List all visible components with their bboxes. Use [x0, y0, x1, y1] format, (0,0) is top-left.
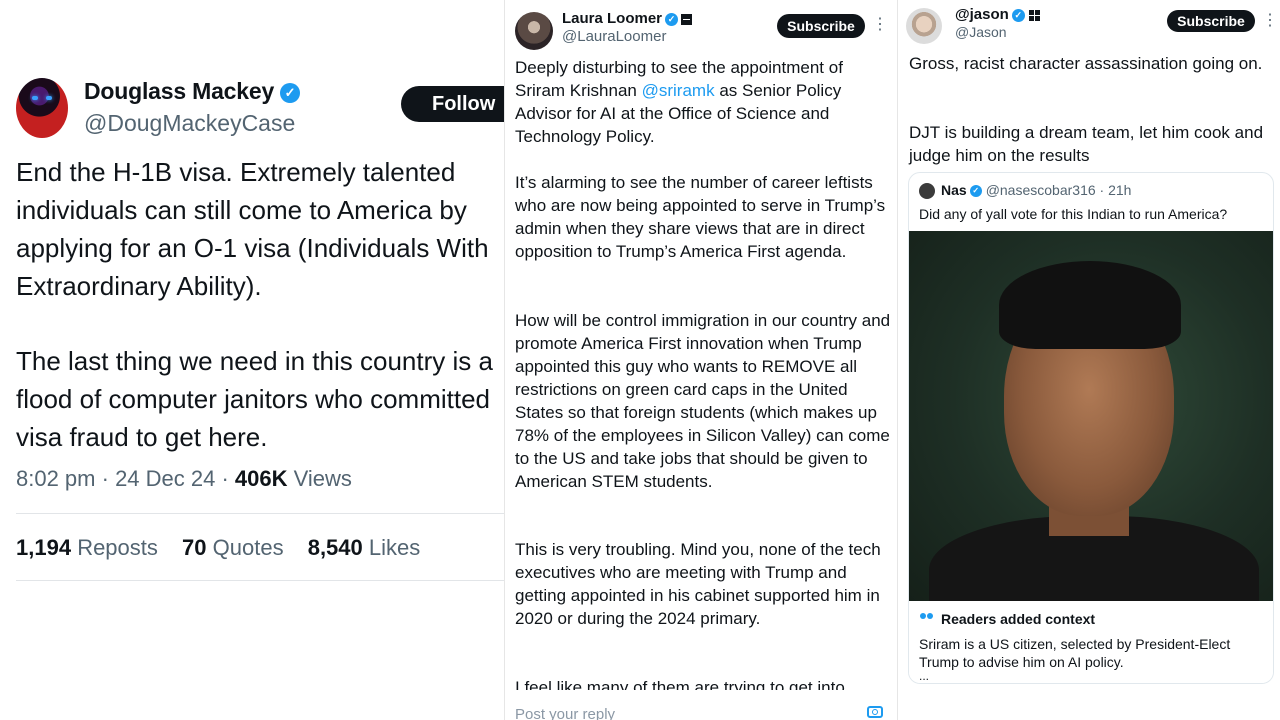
engagement-stats: 1,194 Reposts 70 Quotes 8,540 Likes	[16, 535, 420, 561]
views-count: 406K	[234, 466, 288, 491]
author-name[interactable]: @jason ✓	[955, 6, 1040, 23]
grid-badge-icon	[1028, 9, 1040, 21]
tweet-text-paragraph-4: This is very troubling. Mind you, none o…	[515, 540, 881, 628]
community-note-text: Sriram is a US citizen, selected by Pres…	[919, 636, 1231, 670]
photo-hair	[999, 261, 1181, 349]
more-dots-icon[interactable]: ⋮	[1262, 10, 1278, 30]
community-note: Readers added context Sriram is a US cit…	[909, 601, 1273, 683]
camera-icon[interactable]	[867, 706, 883, 718]
community-note-title: Readers added context	[941, 611, 1096, 627]
quotes-count: 70	[182, 535, 207, 560]
verified-badge-icon: ✓	[969, 185, 982, 198]
author-handle[interactable]: @LauraLoomer	[562, 28, 666, 45]
tweet-text-paragraph-2: It’s alarming to see the number of caree…	[515, 173, 886, 261]
reposts-label: Reposts	[77, 535, 158, 560]
tweet-panel-laura-loomer: Laura Loomer ✓ @LauraLoomer Subscribe ⋮ D…	[505, 0, 898, 720]
verified-badge-icon: ✓	[280, 82, 301, 103]
tweet-text-paragraph-5: I feel like many of them are trying to g…	[515, 678, 845, 690]
quote-author: Nas ✓ @nasescobar316 · 21h	[941, 182, 1131, 198]
verified-badge-icon: ✓	[665, 12, 679, 26]
author-name-text[interactable]: Douglass Mackey	[84, 78, 274, 104]
reposts-count: 1,194	[16, 535, 72, 560]
avatar[interactable]	[16, 78, 68, 138]
follow-button[interactable]: Follow	[401, 86, 505, 122]
tweet-text-paragraph-2: The last thing we need in this country i…	[16, 346, 493, 452]
tweet-text-paragraph-1: End the H-1B visa. Extremely talented in…	[16, 157, 489, 301]
quote-author-handle: @nasescobar316 · 21h	[985, 182, 1132, 198]
likes-stat[interactable]: 8,540 Likes	[308, 535, 421, 560]
affiliate-badge-icon	[681, 13, 693, 25]
people-icon	[920, 613, 934, 623]
quoted-tweet[interactable]: Nas ✓ @nasescobar316 · 21h Did any of yall…	[908, 172, 1274, 684]
avatar[interactable]	[906, 8, 942, 44]
likes-count: 8,540	[307, 535, 363, 560]
tweet-panel-douglass-mackey: Douglass Mackey ✓ @DougMackeyCase Follow …	[0, 0, 505, 720]
tweet-date[interactable]: 24 Dec 24	[115, 466, 215, 491]
quote-handle-text: @nasescobar316	[985, 182, 1096, 198]
reply-input[interactable]: Post your reply	[515, 706, 615, 720]
verified-badge-icon: ✓	[1011, 8, 1025, 22]
tweet-text-paragraph-2: DJT is building a dream team, let him co…	[909, 123, 1264, 165]
divider	[16, 580, 505, 581]
tweet-text-paragraph-3: How will be control immigration in our c…	[515, 311, 891, 491]
quote-text: Did any of yall vote for this Indian to …	[919, 206, 1228, 222]
tweet-meta: 8:02 pm · 24 Dec 24 · 406K Views	[16, 466, 352, 491]
divider	[16, 513, 505, 514]
quote-avatar	[919, 183, 935, 199]
views-label: Views	[293, 466, 352, 491]
author-name[interactable]: Laura Loomer ✓	[562, 10, 693, 27]
author-handle[interactable]: @Jason	[955, 24, 1007, 40]
quote-photo[interactable]	[909, 231, 1273, 601]
author-handle[interactable]: @DougMackeyCase	[84, 110, 295, 137]
author-name-text[interactable]: @jason	[955, 6, 1009, 23]
quotes-stat[interactable]: 70 Quotes	[182, 535, 284, 560]
more-dots-icon[interactable]: ⋮	[872, 14, 888, 34]
reposts-stat[interactable]: 1,194 Reposts	[16, 535, 158, 560]
avatar[interactable]	[515, 12, 553, 50]
tweet-time[interactable]: 8:02 pm	[16, 466, 96, 491]
tweet-panel-jason: @jason ✓ @Jason Subscribe ⋮ Gross, racist…	[898, 0, 1280, 720]
author-name-text[interactable]: Laura Loomer	[562, 10, 662, 27]
likes-label: Likes	[368, 535, 421, 560]
tweet-text-paragraph-1: Gross, racist character assassination go…	[909, 54, 1263, 73]
author-name[interactable]: Douglass Mackey ✓	[84, 78, 301, 105]
tweet-text-paragraph-1: Deeply disturbing to see the appointment…	[515, 56, 895, 148]
subscribe-button[interactable]: Subscribe	[1167, 10, 1255, 32]
quote-author-name: Nas	[941, 182, 967, 198]
subscribe-button[interactable]: Subscribe	[777, 14, 865, 38]
quote-time: 21h	[1108, 182, 1132, 198]
community-note-more[interactable]: ...	[919, 669, 929, 683]
mention-link[interactable]: @sriramk	[642, 81, 715, 100]
quotes-label: Quotes	[212, 535, 284, 560]
